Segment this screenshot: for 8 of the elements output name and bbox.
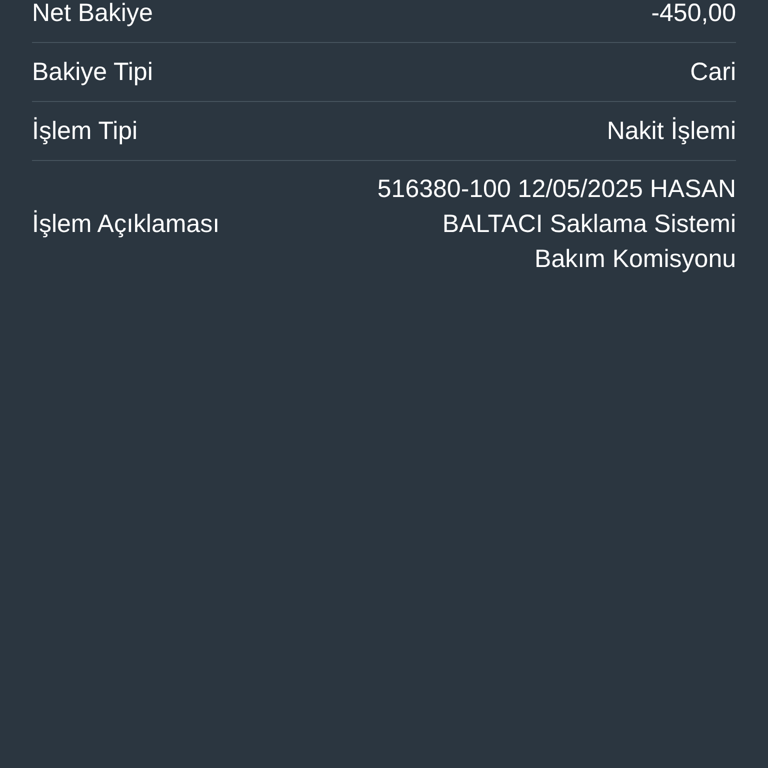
- detail-value: 516380-100 12/05/2025 HASAN BALTACI Saklama Sistemi Bakım Komisyonu: [376, 174, 736, 275]
- detail-label: İşlem Tipi: [32, 116, 138, 146]
- detail-value: -450,00: [651, 0, 736, 28]
- detail-label: Net Bakiye: [32, 0, 153, 28]
- detail-value: Cari: [690, 56, 736, 88]
- detail-label: İşlem Açıklaması: [32, 210, 220, 239]
- detail-label: Bakiye Tipi: [32, 58, 153, 86]
- detail-value: Nakit İşlemi: [606, 116, 736, 146]
